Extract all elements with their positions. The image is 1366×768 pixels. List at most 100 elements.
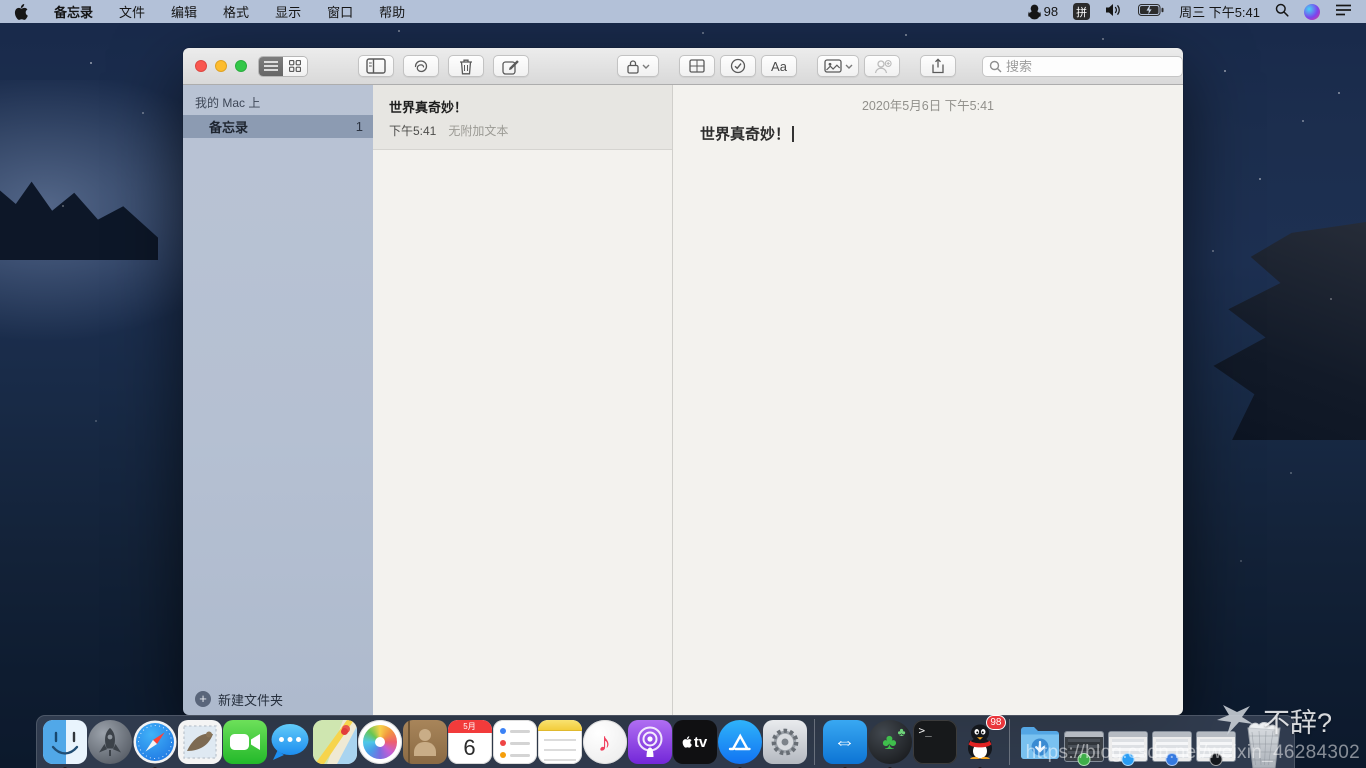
clover-leaf-small-glyph: ♣: [898, 725, 906, 739]
toggle-folders-sidebar-button[interactable]: [358, 55, 394, 77]
menu-app-name[interactable]: 备忘录: [54, 2, 93, 21]
apple-menu-icon[interactable]: [14, 4, 28, 20]
search-input[interactable]: [1006, 59, 1176, 74]
menu-item-edit[interactable]: 编辑: [171, 2, 197, 21]
dock-facetime-icon[interactable]: [223, 720, 267, 764]
dock-downloads-folder-icon[interactable]: [1018, 720, 1062, 764]
calendar-month: 5月: [448, 720, 492, 733]
dock-minimized-window-3[interactable]: [1152, 731, 1192, 762]
dock-tv-icon[interactable]: tv: [673, 720, 717, 764]
notification-center-icon[interactable]: [1335, 4, 1352, 19]
dock-finder-icon[interactable]: [43, 720, 87, 764]
chevron-down-icon: [642, 64, 650, 69]
volume-icon[interactable]: [1105, 3, 1123, 20]
sidebar-folder-notes[interactable]: 备忘录 1: [183, 115, 373, 138]
dock-messages-icon[interactable]: [268, 720, 312, 764]
menu-item-file[interactable]: 文件: [119, 2, 145, 21]
dock-terminal-icon[interactable]: >_: [913, 720, 957, 764]
aa-label: Aa: [771, 59, 787, 74]
dock-qq-icon[interactable]: 98: [958, 720, 1002, 764]
new-folder-button[interactable]: + 新建文件夹: [183, 683, 373, 715]
search-field[interactable]: [982, 56, 1183, 77]
map-pin: [341, 728, 348, 735]
dock-mail-icon[interactable]: [178, 720, 222, 764]
paperclip-icon: [411, 58, 431, 74]
calendar-day: 6: [448, 733, 492, 763]
checklist-button[interactable]: [720, 55, 756, 77]
minimized-app-icon: [1210, 753, 1223, 766]
note-timestamp: 2020年5月6日 下午5:41: [673, 85, 1183, 114]
battery-charging-icon[interactable]: [1138, 4, 1164, 19]
text-caret: [792, 126, 794, 142]
add-people-icon: [872, 59, 892, 74]
close-button[interactable]: [195, 60, 207, 72]
dock: 5月 6 ♪ tv ⇔ ♣ ♣ >_: [36, 715, 1295, 768]
zoom-button[interactable]: [235, 60, 247, 72]
text-format-button[interactable]: Aa: [761, 55, 797, 77]
trash-icon: [458, 58, 474, 75]
menu-clock[interactable]: 周三 下午5:41: [1179, 2, 1260, 21]
dock-appstore-icon[interactable]: [718, 720, 762, 764]
dock-launchpad-icon[interactable]: [88, 720, 132, 764]
minimized-app-icon: [1078, 753, 1091, 766]
dock-contacts-icon[interactable]: [403, 720, 447, 764]
minimized-app-icon: [1122, 753, 1135, 766]
share-icon: [931, 58, 945, 74]
note-item-preview: 无附加文本: [448, 122, 508, 139]
gallery-view-button[interactable]: [283, 57, 307, 76]
dock-teamviewer-icon[interactable]: ⇔: [823, 720, 867, 764]
media-icon: [824, 59, 842, 73]
dock-notes-icon[interactable]: [538, 720, 582, 764]
menu-item-format[interactable]: 格式: [223, 2, 249, 21]
insert-media-button[interactable]: [817, 55, 859, 77]
dock-music-icon[interactable]: ♪: [583, 720, 627, 764]
dock-podcasts-icon[interactable]: [628, 720, 672, 764]
lock-icon: [627, 59, 639, 74]
note-item-time: 下午5:41: [389, 122, 436, 139]
view-segmented-control: [258, 56, 308, 77]
wallpaper-cliff: [1180, 222, 1366, 440]
input-method-badge[interactable]: 拼: [1073, 3, 1090, 20]
note-item-title: 世界真奇妙！: [389, 97, 656, 116]
dock-system-preferences-icon[interactable]: [763, 720, 807, 764]
share-button[interactable]: [920, 55, 956, 77]
dock-safari-icon[interactable]: [133, 720, 177, 764]
dock-minimized-window-1[interactable]: [1064, 731, 1104, 762]
music-note-glyph: ♪: [598, 727, 611, 758]
siri-icon[interactable]: [1304, 4, 1320, 20]
menu-item-view[interactable]: 显示: [275, 2, 301, 21]
dock-clover-icon[interactable]: ♣ ♣: [868, 720, 912, 764]
attachments-button[interactable]: [403, 55, 439, 77]
new-folder-label: 新建文件夹: [218, 690, 283, 709]
dock-reminders-icon[interactable]: [493, 720, 537, 764]
spotlight-search-icon[interactable]: [1275, 3, 1289, 20]
dock-minimized-window-2[interactable]: [1108, 731, 1148, 762]
dock-photos-icon[interactable]: [358, 720, 402, 764]
list-view-button[interactable]: [259, 57, 283, 76]
status-qq[interactable]: 98: [1028, 4, 1058, 20]
note-editor[interactable]: 2020年5月6日 下午5:41 世界真奇妙！: [673, 85, 1183, 715]
tv-label: tv: [694, 734, 707, 751]
note-text: 世界真奇妙！: [700, 126, 790, 143]
qq-unread-count: 98: [1044, 4, 1058, 19]
dock-trash-icon[interactable]: [1239, 720, 1289, 764]
plus-icon: +: [195, 691, 211, 707]
running-indicator: [917, 724, 921, 728]
folder-note-count: 1: [356, 119, 363, 134]
apple-logo-white: [682, 736, 692, 748]
new-note-button[interactable]: [493, 55, 529, 77]
delete-note-button[interactable]: [448, 55, 484, 77]
qq-penguin-icon: [1028, 4, 1041, 20]
dock-minimized-window-4[interactable]: [1196, 731, 1236, 762]
menu-bar: 备忘录 文件 编辑 格式 显示 窗口 帮助 98 拼 周三 下午5:41: [0, 0, 1366, 23]
dock-maps-icon[interactable]: [313, 720, 357, 764]
minimize-button[interactable]: [215, 60, 227, 72]
collaborate-button[interactable]: [864, 55, 900, 77]
notes-window: Aa 我的 Mac 上 备忘录 1: [183, 48, 1183, 715]
lock-note-button[interactable]: [617, 55, 659, 77]
menu-item-help[interactable]: 帮助: [379, 2, 405, 21]
note-list-item[interactable]: 世界真奇妙！ 下午5:41 无附加文本: [373, 85, 672, 150]
menu-item-window[interactable]: 窗口: [327, 2, 353, 21]
dock-calendar-icon[interactable]: 5月 6: [448, 720, 492, 764]
insert-table-button[interactable]: [679, 55, 715, 77]
